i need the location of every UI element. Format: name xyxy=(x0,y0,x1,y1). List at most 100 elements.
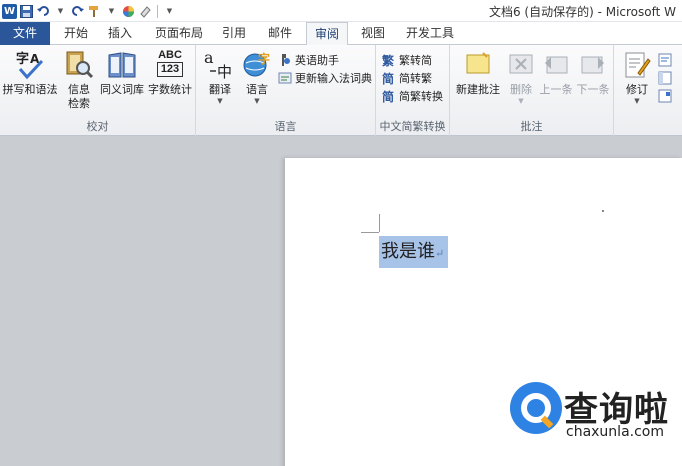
title-bar: W ▼ ▼ ▼ 文档6 (自动保存的) - Microsoft W xyxy=(0,0,682,22)
traditional-to-simplified-icon: 繁 xyxy=(382,53,396,68)
save-icon[interactable] xyxy=(19,4,34,19)
tab-references[interactable]: 引用 xyxy=(214,22,254,45)
svg-text:字: 字 xyxy=(16,51,29,67)
window-title: 文档6 (自动保存的) - Microsoft W xyxy=(488,5,676,19)
balloons-icon xyxy=(658,89,672,103)
watermark-logo-icon xyxy=(510,382,562,434)
group-proofing: 字A 拼写和语法 信息 检索 同义词库 ABC 123 字数统计 校对 xyxy=(0,45,196,136)
track-changes-dropdown-icon[interactable]: ▼ xyxy=(620,97,654,105)
update-ime-label: 更新输入法词典 xyxy=(295,72,372,85)
to-traditional-label: 简转繁 xyxy=(399,72,432,85)
chinese-conversion-icon: 简 xyxy=(382,89,396,104)
reviewing-pane-icon xyxy=(658,71,672,85)
tab-insert[interactable]: 插入 xyxy=(100,22,140,45)
selected-text[interactable]: 我是谁↵ xyxy=(379,236,449,268)
tab-view[interactable]: 视图 xyxy=(353,22,393,45)
margin-crop-mark xyxy=(361,232,379,233)
next-label: 下一条 xyxy=(576,83,610,96)
svg-text:a: a xyxy=(204,49,214,67)
format-painter-icon[interactable] xyxy=(87,4,102,19)
language-button[interactable]: 字 语言 ▼ xyxy=(240,49,274,105)
chinese-conversion-group-label: 中文简繁转换 xyxy=(379,120,446,133)
word-count-label: 字数统计 xyxy=(148,83,192,96)
language-dropdown-icon[interactable]: ▼ xyxy=(240,97,274,105)
language-label: 语言 xyxy=(246,83,268,96)
svg-text:中: 中 xyxy=(217,63,232,81)
number-text: 123 xyxy=(157,62,183,77)
chinese-conversion-button[interactable]: 简 简繁转换 xyxy=(382,87,443,105)
dropdown-arrow-icon[interactable]: ▼ xyxy=(104,4,119,19)
delete-dropdown-icon[interactable]: ▼ xyxy=(504,97,538,105)
tab-page-layout[interactable]: 页面布局 xyxy=(150,22,208,45)
previous-label: 上一条 xyxy=(539,83,573,96)
word-logo-icon[interactable]: W xyxy=(2,3,17,19)
qat-separator xyxy=(157,4,158,18)
translate-dropdown-icon[interactable]: ▼ xyxy=(202,97,238,105)
balloons-button[interactable] xyxy=(658,87,675,105)
dropdown-arrow-icon[interactable]: ▼ xyxy=(53,4,68,19)
next-comment-icon xyxy=(578,49,608,81)
new-comment-button[interactable]: 新建批注 xyxy=(454,49,502,97)
delete-comment-button[interactable]: 删除 ▼ xyxy=(504,49,538,105)
show-markup-button[interactable] xyxy=(658,51,675,69)
margin-crop-mark xyxy=(379,214,380,232)
show-markup-icon xyxy=(658,53,672,67)
thesaurus-button[interactable]: 同义词库 xyxy=(98,49,146,97)
simplified-to-traditional-button[interactable]: 简 简转繁 xyxy=(382,69,432,87)
proofing-group-label: 校对 xyxy=(86,120,109,133)
abc-text: ABC xyxy=(158,49,182,61)
tab-home[interactable]: 开始 xyxy=(56,22,96,45)
ribbon-tab-bar: 文件 开始 插入 页面布局 引用 邮件 审阅 视图 开发工具 xyxy=(0,22,682,46)
new-comment-icon xyxy=(463,49,493,81)
conversion-label: 简繁转换 xyxy=(399,90,443,103)
comments-group-label: 批注 xyxy=(520,120,543,133)
group-chinese-conversion: 繁 繁转简 简 简转繁 简 简繁转换 中文简繁转换 xyxy=(376,45,450,136)
research-label-line2: 检索 xyxy=(68,97,90,110)
previous-comment-icon xyxy=(541,49,571,81)
research-label-line1: 信息 xyxy=(68,83,90,96)
tab-review[interactable]: 审阅 xyxy=(306,22,348,46)
research-button[interactable]: 信息 检索 xyxy=(62,49,96,111)
next-comment-button[interactable]: 下一条 xyxy=(574,49,612,97)
quick-access-toolbar: W ▼ ▼ ▼ xyxy=(2,2,177,20)
delete-comment-icon xyxy=(506,49,536,81)
english-assistant-button[interactable]: 英语助手 xyxy=(278,51,339,69)
track-changes-icon xyxy=(622,49,652,81)
undo-icon[interactable] xyxy=(36,4,51,19)
paragraph-mark-icon: ↵ xyxy=(435,247,445,260)
update-ime-icon xyxy=(278,71,292,85)
tab-developer[interactable]: 开发工具 xyxy=(400,22,460,45)
research-book-icon xyxy=(64,49,94,81)
previous-comment-button[interactable]: 上一条 xyxy=(538,49,574,97)
english-assistant-icon xyxy=(278,53,292,67)
customize-qat-icon[interactable]: ▼ xyxy=(162,4,177,19)
thesaurus-label: 同义词库 xyxy=(100,83,144,96)
group-language: a中 翻译 ▼ 字 语言 ▼ 英语助手 更新输入法词典 语言 xyxy=(196,45,376,136)
translate-label: 翻译 xyxy=(209,83,231,96)
margin-marker xyxy=(602,210,604,212)
svg-text:简: 简 xyxy=(382,89,394,103)
watermark-url: chaxunla.com xyxy=(566,424,664,440)
spelling-check-icon: 字A xyxy=(14,49,46,81)
translate-icon: a中 xyxy=(204,48,236,81)
tab-file[interactable]: 文件 xyxy=(0,22,50,45)
svg-text:繁: 繁 xyxy=(382,53,395,67)
word-count-button[interactable]: ABC 123 字数统计 xyxy=(146,49,194,97)
translate-button[interactable]: a中 翻译 ▼ xyxy=(202,48,238,105)
language-globe-icon: 字 xyxy=(241,49,273,81)
new-comment-label: 新建批注 xyxy=(456,83,500,96)
traditional-to-simplified-button[interactable]: 繁 繁转简 xyxy=(382,51,432,69)
to-simplified-label: 繁转简 xyxy=(399,54,432,67)
selected-text-content: 我是谁 xyxy=(381,241,435,262)
delete-label: 删除 xyxy=(510,83,532,96)
redo-icon[interactable] xyxy=(70,4,85,19)
tab-mailings[interactable]: 邮件 xyxy=(260,22,300,45)
update-ime-dictionary-button[interactable]: 更新输入法词典 xyxy=(278,69,372,87)
svg-text:简: 简 xyxy=(382,71,394,85)
spelling-grammar-button[interactable]: 字A 拼写和语法 xyxy=(2,49,58,97)
color-wheel-icon[interactable] xyxy=(121,4,136,19)
reviewing-pane-button[interactable] xyxy=(658,69,675,87)
track-changes-button[interactable]: 修订 ▼ xyxy=(620,49,654,105)
english-assistant-label: 英语助手 xyxy=(295,54,339,67)
eraser-icon[interactable] xyxy=(138,4,153,19)
